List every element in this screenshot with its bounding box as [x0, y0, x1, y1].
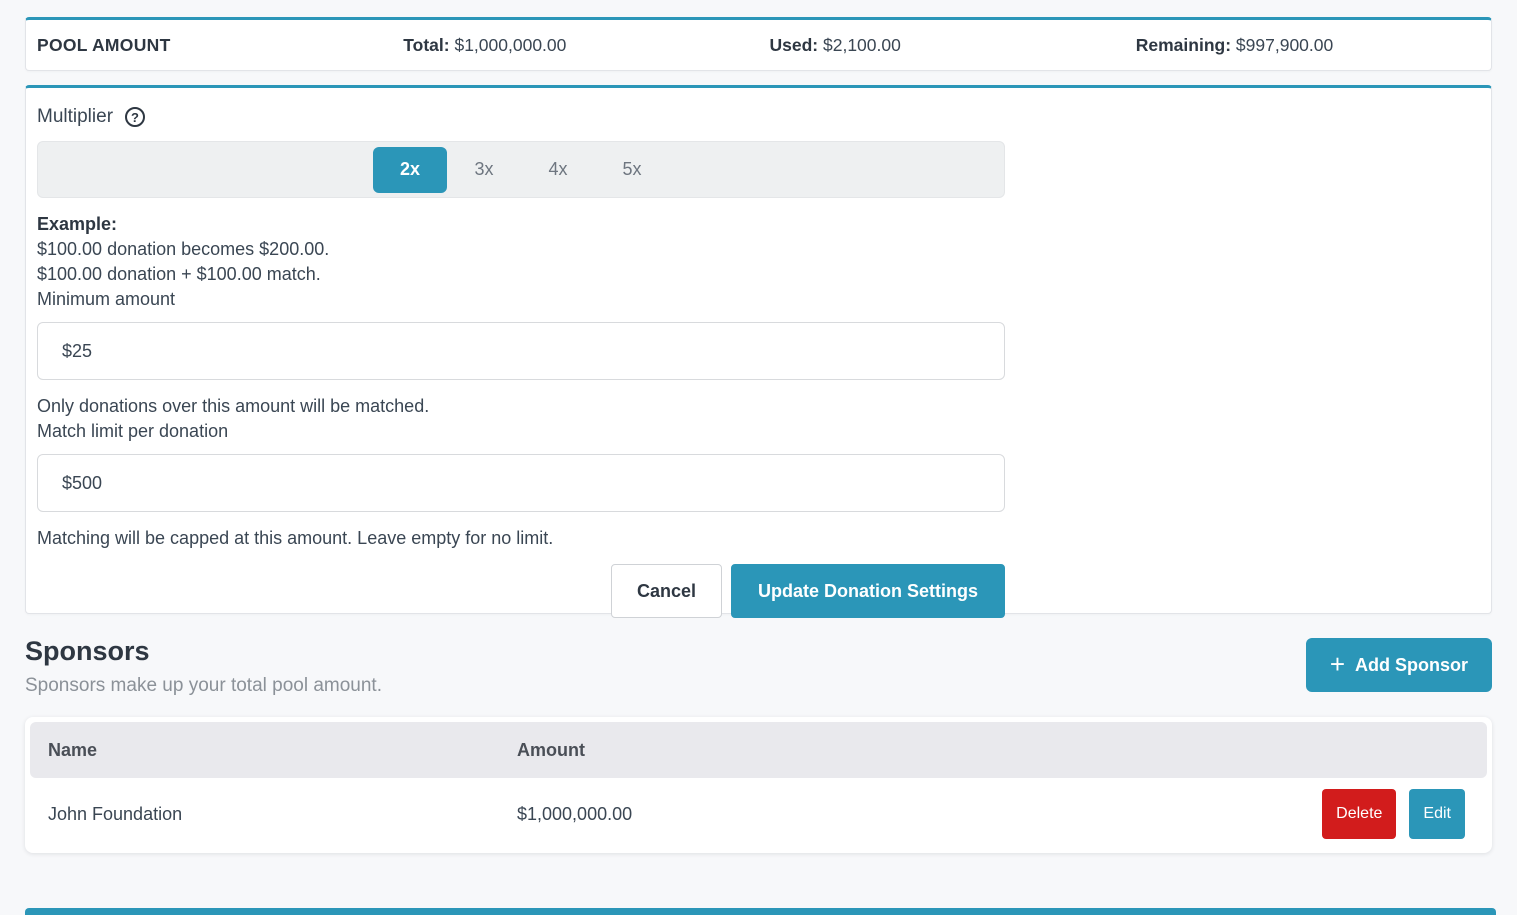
- pool-used-value: $2,100.00: [823, 35, 901, 55]
- row-actions: Delete Edit: [1322, 789, 1487, 839]
- sponsors-header: Sponsors Sponsors make up your total poo…: [25, 636, 1492, 697]
- example-line-2: $100.00 donation + $100.00 match.: [37, 262, 1480, 287]
- cancel-button[interactable]: Cancel: [611, 564, 722, 618]
- minimum-amount-input[interactable]: [37, 322, 1005, 380]
- sponsors-title: Sponsors: [25, 636, 382, 667]
- edit-button[interactable]: Edit: [1409, 789, 1465, 839]
- column-header-name: Name: [30, 740, 517, 761]
- sponsors-table: Name Amount John Foundation $1,000,000.0…: [25, 717, 1492, 853]
- sponsors-heading-block: Sponsors Sponsors make up your total poo…: [25, 636, 382, 697]
- pool-total-value: $1,000,000.00: [454, 35, 566, 55]
- minimum-amount-help-block: Only donations over this amount will be …: [37, 394, 1480, 444]
- add-sponsor-label: Add Sponsor: [1355, 655, 1468, 676]
- multiplier-row: Multiplier ?: [37, 106, 1480, 128]
- pool-total: Total: $1,000,000.00: [392, 35, 758, 56]
- multiplier-option-3x[interactable]: 3x: [447, 147, 521, 193]
- example-block: Example: $100.00 donation becomes $200.0…: [37, 212, 1480, 312]
- pool-total-label: Total:: [403, 35, 449, 55]
- settings-actions: Cancel Update Donation Settings: [37, 564, 1005, 618]
- match-limit-help: Matching will be capped at this amount. …: [37, 526, 1480, 551]
- pool-summary-bar: POOL AMOUNT Total: $1,000,000.00 Used: $…: [25, 17, 1492, 71]
- minimum-amount-label: Minimum amount: [37, 287, 1480, 312]
- multiplier-label: Multiplier: [37, 106, 113, 128]
- example-line-1: $100.00 donation becomes $200.00.: [37, 237, 1480, 262]
- sponsors-subtitle: Sponsors make up your total pool amount.: [25, 675, 382, 697]
- pool-used-label: Used:: [770, 35, 819, 55]
- sponsors-table-header: Name Amount: [30, 722, 1487, 778]
- add-sponsor-button[interactable]: + Add Sponsor: [1306, 638, 1492, 692]
- table-row: John Foundation $1,000,000.00 Delete Edi…: [30, 778, 1487, 850]
- pool-used: Used: $2,100.00: [759, 35, 1125, 56]
- pool-amount-title: POOL AMOUNT: [26, 35, 392, 56]
- next-card-top-border: [25, 908, 1496, 915]
- donation-settings-page: POOL AMOUNT Total: $1,000,000.00 Used: $…: [0, 17, 1517, 853]
- column-header-amount: Amount: [517, 740, 1487, 761]
- help-icon[interactable]: ?: [125, 107, 145, 127]
- multiplier-option-5x[interactable]: 5x: [595, 147, 669, 193]
- example-title: Example:: [37, 212, 1480, 237]
- minimum-amount-help: Only donations over this amount will be …: [37, 394, 1480, 419]
- delete-button[interactable]: Delete: [1322, 789, 1396, 839]
- multiplier-segmented-control: 2x 3x 4x 5x: [37, 141, 1005, 198]
- pool-remaining: Remaining: $997,900.00: [1125, 35, 1491, 56]
- pool-remaining-value: $997,900.00: [1236, 35, 1333, 55]
- sponsor-name: John Foundation: [30, 804, 517, 825]
- multiplier-option-2x[interactable]: 2x: [373, 147, 447, 193]
- sponsor-amount: $1,000,000.00: [517, 804, 1322, 825]
- pool-remaining-label: Remaining:: [1136, 35, 1231, 55]
- donation-settings-card: Multiplier ? 2x 3x 4x 5x Example: $100.0…: [25, 85, 1492, 614]
- match-limit-input[interactable]: [37, 454, 1005, 512]
- match-limit-label: Match limit per donation: [37, 419, 1480, 444]
- multiplier-option-4x[interactable]: 4x: [521, 147, 595, 193]
- plus-icon: +: [1330, 651, 1345, 677]
- update-donation-settings-button[interactable]: Update Donation Settings: [731, 564, 1005, 618]
